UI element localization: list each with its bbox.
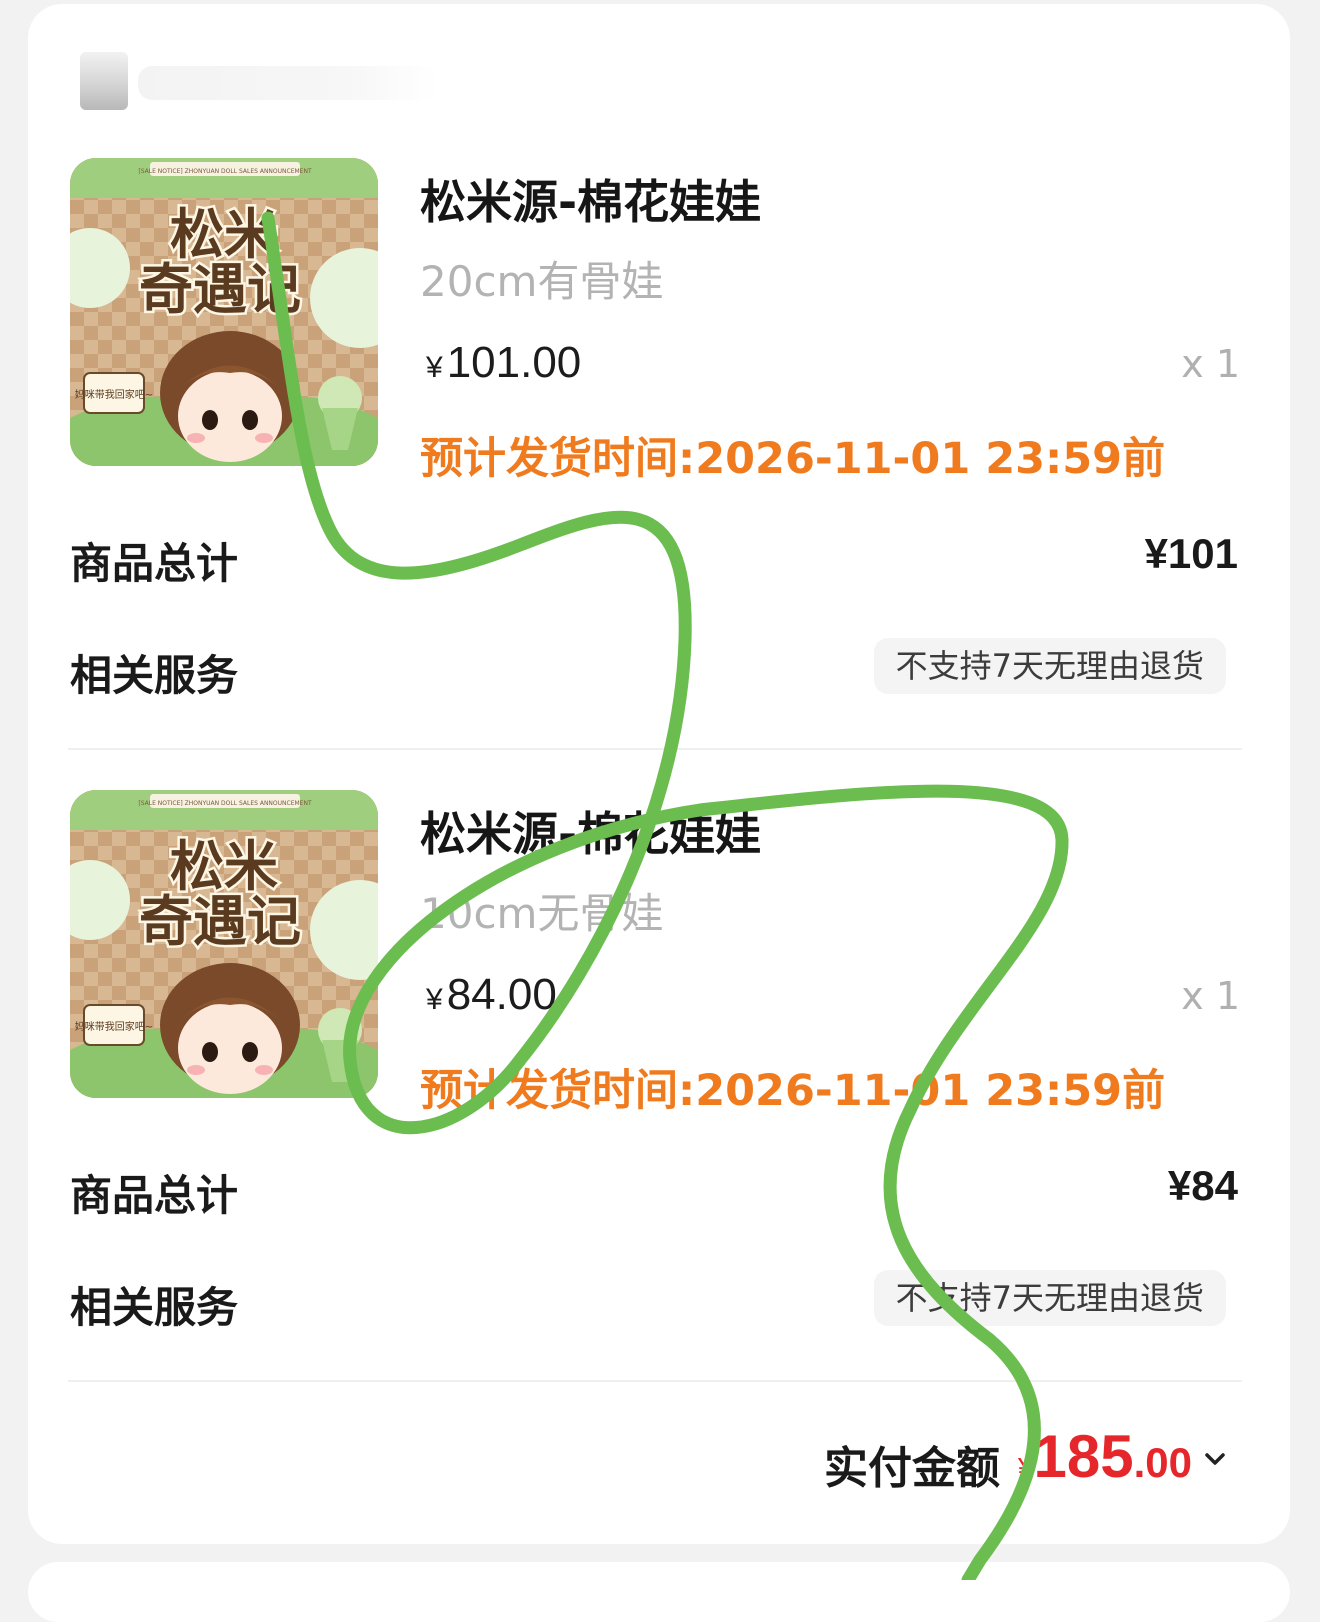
ship-time: 预计发货时间:2026-11-01 23:59前 [420,434,1166,484]
subtotal-label: 商品总计 [70,1171,239,1220]
shop-logo-icon[interactable] [80,52,128,110]
service-label: 相关服务 [70,1283,239,1332]
total-currency-symbol: ¥ [1017,1452,1034,1483]
image-title-line1: 松米 [170,203,278,266]
service-tag[interactable]: 不支持7天无理由退货 [873,638,1226,694]
product-price: ¥101.00 [426,338,581,388]
order-item[interactable]: [SALE NOTICE] ZHONYUAN DOLL SALES ANNOUN… [28,790,1290,1390]
product-quantity: x 1 [1181,342,1240,386]
product-image[interactable]: [SALE NOTICE] ZHONYUAN DOLL SALES ANNOUN… [70,790,378,1098]
chevron-down-icon[interactable] [1202,1446,1228,1472]
image-title-line2: 奇遇记 [139,258,301,321]
total-integer: 185 [1033,1423,1134,1490]
order-item[interactable]: [SALE NOTICE] ZHONYUAN DOLL SALES ANNOUN… [28,158,1290,758]
product-title[interactable]: 松米源-棉花娃娃 [420,166,761,232]
product-spec: 10cm无骨娃 [420,889,664,938]
product-quantity: x 1 [1181,974,1240,1018]
image-title-line2: 奇遇记 [139,890,301,953]
product-image[interactable]: [SALE NOTICE] ZHONYUAN DOLL SALES ANNOUN… [70,158,378,466]
service-tag[interactable]: 不支持7天无理由退货 [873,1270,1226,1326]
image-sign-text: 妈咪带我回家吧~ [75,388,153,401]
product-title[interactable]: 松米源-棉花娃娃 [420,798,761,864]
banner-text: [SALE NOTICE] ZHONYUAN DOLL SALES ANNOUN… [138,800,312,807]
shop-name[interactable] [138,66,438,100]
divider [68,748,1242,750]
ship-time: 预计发货时间:2026-11-01 23:59前 [420,1066,1166,1116]
divider [68,1380,1242,1382]
total-amount[interactable]: ¥185.00 [1018,1422,1192,1491]
product-price: ¥84.00 [426,970,557,1020]
total-label: 实付金额 [824,1443,1000,1494]
price-value: 101.00 [446,338,582,387]
service-label: 相关服务 [70,651,239,700]
subtotal-value: ¥84 [1167,1162,1238,1209]
next-card-edge [28,1562,1290,1622]
product-spec: 20cm有骨娃 [420,257,664,306]
currency-symbol: ¥ [426,351,443,384]
banner-text: [SALE NOTICE] ZHONYUAN DOLL SALES ANNOUN… [138,168,312,175]
image-sign-text: 妈咪带我回家吧~ [75,1020,153,1033]
subtotal-label: 商品总计 [70,539,239,588]
price-value: 84.00 [446,970,557,1019]
order-card: [SALE NOTICE] ZHONYUAN DOLL SALES ANNOUN… [28,4,1290,1544]
subtotal-value: ¥101 [1144,530,1238,577]
currency-symbol: ¥ [426,983,443,1016]
total-decimal: .00 [1133,1439,1192,1486]
image-title-line1: 松米 [170,835,278,898]
